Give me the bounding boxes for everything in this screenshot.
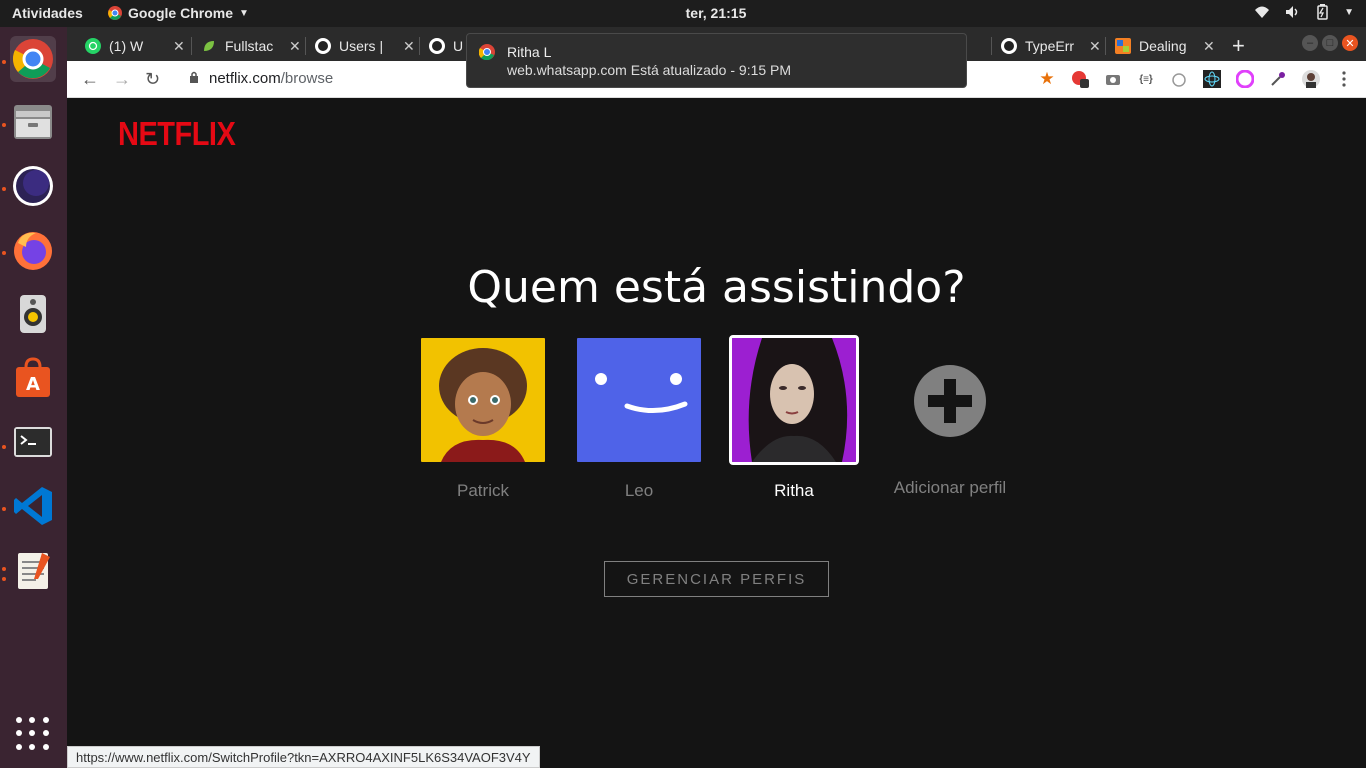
extensions-row: ★ {≡} [1037,69,1354,89]
whatsapp-icon [85,38,101,54]
smiley-face-icon [577,338,701,462]
dock: A [0,27,67,768]
firefox-icon [14,232,52,270]
dock-files[interactable] [10,99,56,145]
software-center-icon: A [16,357,50,397]
manage-profiles-button[interactable]: GERENCIAR PERFIS [604,561,829,597]
tab-title: Dealing [1139,38,1187,54]
profile-ritha[interactable]: Ritha [729,335,859,501]
dock-rhythmbox[interactable] [10,291,56,337]
profile-name: Leo [624,481,654,500]
notification-title: Ritha L [507,44,552,60]
vscode-icon [14,487,52,525]
tab[interactable]: TypeErr ✕ [983,31,1101,61]
tab-title: TypeErr [1025,38,1075,54]
avatar[interactable] [574,335,704,465]
github-icon [315,38,331,54]
system-tray[interactable]: ▼ [1254,4,1354,20]
avatar[interactable] [729,335,859,465]
wifi-icon [1255,6,1270,18]
terminal-icon [14,427,52,457]
dock-firefox[interactable] [10,227,56,273]
running-indicator [2,123,6,127]
running-indicator [2,60,6,64]
eyedropper-icon[interactable] [1268,69,1288,89]
reload-button[interactable]: ↻ [145,69,160,90]
add-profile-label: Adicionar perfil [893,478,1007,497]
react-devtools-icon[interactable] [1202,69,1222,89]
stack-icon [1115,38,1131,54]
forward-button[interactable]: → [113,69,131,90]
profile-patrick[interactable]: Patrick [418,335,548,501]
address-bar[interactable]: netflix.com/browse [209,70,333,87]
battery-icon [1317,4,1328,20]
tab-title: (1) W [109,38,144,54]
add-profile[interactable]: Adicionar perfil [885,335,1015,498]
minimize-button[interactable]: – [1302,35,1318,51]
plus-icon[interactable] [914,365,986,437]
avatar-cartoon-boy-image [421,338,545,462]
eclipse-icon [13,166,53,206]
tab[interactable]: Fullstac ✕ [183,31,301,61]
chrome-icon [12,39,53,79]
maximize-button[interactable]: □ [1322,35,1338,51]
dock-chrome[interactable] [10,36,56,82]
tab-title: Fullstac [225,38,274,54]
dock-text-editor[interactable] [10,547,56,593]
avatar-portrait-image [732,338,856,462]
url-path: /browse [280,70,334,87]
github-icon [429,38,445,54]
show-apps-icon[interactable] [16,717,50,751]
chevron-down-icon: ▼ [1344,6,1354,18]
netflix-logo[interactable]: NETFLIX [118,116,236,154]
tab[interactable]: Users | ✕ [297,31,415,61]
window-controls: – □ ✕ [1302,35,1358,51]
volume-icon [1286,6,1298,18]
leaf-icon [201,38,217,54]
bookmark-star-icon[interactable]: ★ [1037,69,1057,89]
tab[interactable]: (1) W ✕ [67,31,185,61]
running-indicator [2,187,6,191]
running-indicator [2,577,6,581]
close-icon[interactable]: ✕ [1203,38,1215,55]
svg-text:A: A [26,374,40,395]
rhythmbox-icon [20,295,46,333]
user-avatar-icon[interactable] [1301,69,1321,89]
url-domain: netflix.com [209,70,281,87]
notification-popup[interactable]: Ritha L web.whatsapp.com Está atualizado… [466,33,967,88]
chrome-icon [479,44,495,60]
back-button[interactable]: ← [81,69,99,90]
running-indicator [2,251,6,255]
tab[interactable]: Dealing ✕ [1097,31,1215,61]
adblock-icon[interactable] [1070,69,1090,89]
system-top-bar: Atividades Google Chrome ▼ ter, 21:15 ▼ [0,0,1366,27]
timer-icon[interactable] [1169,69,1189,89]
more-menu-icon[interactable] [1334,69,1354,89]
profile-name: Patrick [457,481,509,500]
close-window-button[interactable]: ✕ [1342,35,1358,51]
json-viewer-icon[interactable]: {≡} [1136,69,1156,89]
dock-software-center[interactable]: A [10,355,56,401]
notification-body: web.whatsapp.com Está atualizado - 9:15 … [507,62,792,78]
camera-icon[interactable] [1103,69,1123,89]
github-icon [1001,38,1017,54]
dock-eclipse[interactable] [10,163,56,209]
lock-icon [190,71,198,83]
dock-vscode[interactable] [10,483,56,529]
files-icon [14,105,52,139]
running-indicator [2,445,6,449]
profile-leo[interactable]: Leo [574,335,704,501]
tab-title: Users | [339,38,384,54]
color-wheel-icon[interactable] [1235,69,1255,89]
avatar[interactable] [418,335,548,465]
new-tab-button[interactable]: + [1232,33,1245,59]
running-indicator [2,507,6,511]
dock-terminal[interactable] [10,419,56,465]
running-indicator [2,567,6,571]
clock[interactable]: ter, 21:15 [0,5,1366,21]
profile-name: Ritha [774,481,814,500]
text-editor-icon [18,553,50,589]
page-title: Quem está assistindo? [467,262,966,313]
status-url: https://www.netflix.com/SwitchProfile?tk… [67,746,540,768]
